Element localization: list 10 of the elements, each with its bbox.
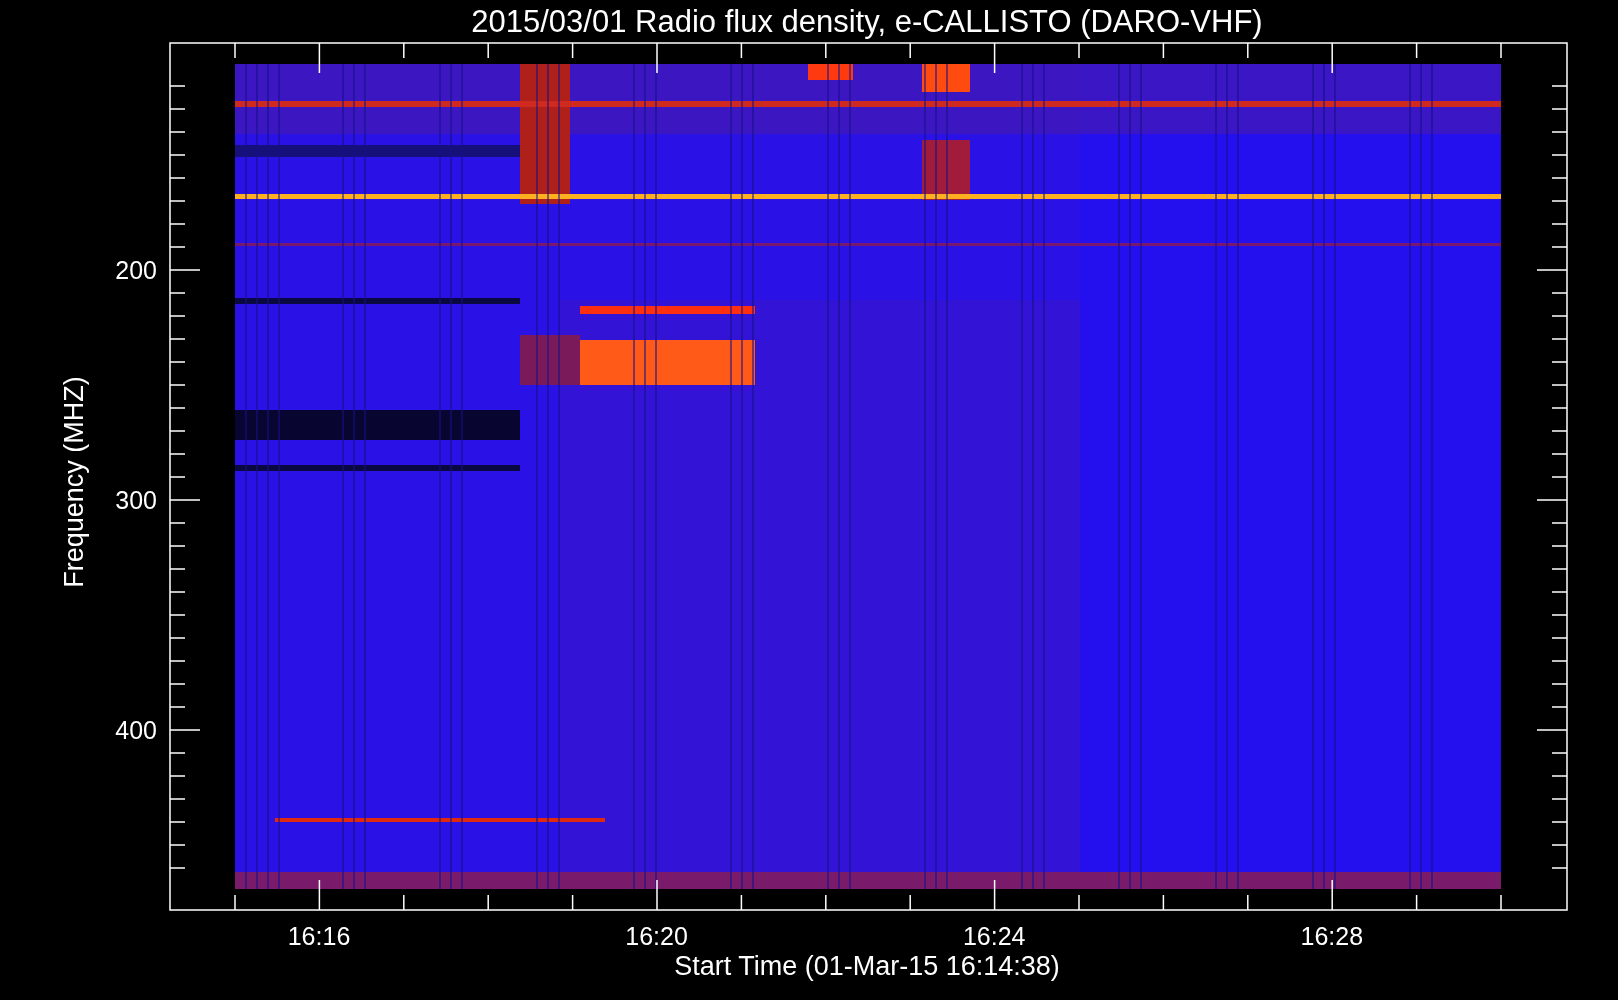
tick-label: 16:16 — [287, 922, 351, 950]
chart-title: 2015/03/01 Radio flux density, e-CALLISTO (DARO-VHF) — [471, 4, 1263, 39]
tick-label: 400 — [115, 716, 157, 744]
tick-label: 16:24 — [962, 922, 1026, 950]
axis-title: Frequency (MHZ) — [59, 376, 89, 588]
tick-label: 16:28 — [1300, 922, 1364, 950]
tick-label: 300 — [115, 486, 157, 514]
axis-title: Start Time (01-Mar-15 16:14:38) — [674, 951, 1060, 981]
tick-label: 200 — [115, 256, 157, 284]
tick-label: 16:20 — [625, 922, 688, 950]
